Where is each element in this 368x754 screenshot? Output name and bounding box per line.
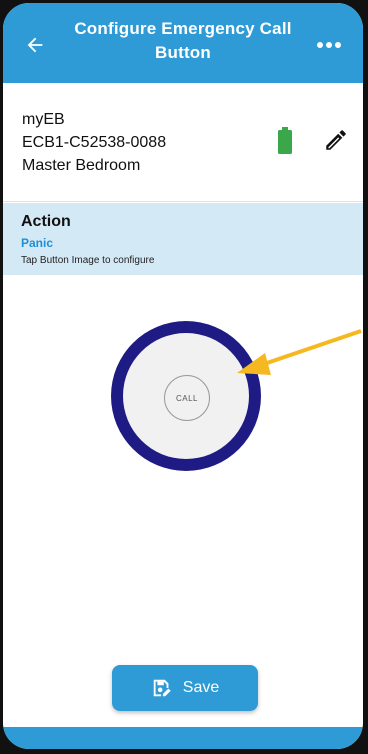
battery-indicator xyxy=(277,127,293,160)
action-value: Panic xyxy=(21,236,54,250)
page-title: Configure Emergency Call Button xyxy=(74,19,292,62)
arrow-left-icon xyxy=(27,37,43,53)
app-header: Configure Emergency Call Button xyxy=(3,3,363,83)
more-options-button[interactable] xyxy=(311,31,347,59)
bottom-bar xyxy=(3,727,363,749)
battery-full-icon xyxy=(278,127,292,154)
call-label: CALL xyxy=(164,375,210,421)
device-info-card: myEB ECB1-C52538-0088 Master Bedroom xyxy=(3,83,363,202)
save-button[interactable]: Save xyxy=(112,665,258,711)
app-screen: Configure Emergency Call Button myEB ECB… xyxy=(3,3,363,749)
device-id: ECB1-C52538-0088 xyxy=(22,134,167,151)
back-button[interactable] xyxy=(19,29,51,61)
save-edit-icon xyxy=(153,679,171,697)
action-label: Action xyxy=(21,213,71,230)
action-hint: Tap Button Image to configure xyxy=(21,255,155,266)
pointer-arrow-icon xyxy=(237,329,362,375)
device-location: Master Bedroom xyxy=(22,157,141,174)
save-label: Save xyxy=(182,679,220,696)
device-frame: Configure Emergency Call Button myEB ECB… xyxy=(0,0,368,754)
edit-device-button[interactable] xyxy=(323,127,349,158)
action-section: Action Panic Tap Button Image to configu… xyxy=(3,203,363,275)
device-name: myEB xyxy=(22,111,65,128)
pencil-icon xyxy=(326,130,346,150)
more-horizontal-icon xyxy=(317,42,341,48)
